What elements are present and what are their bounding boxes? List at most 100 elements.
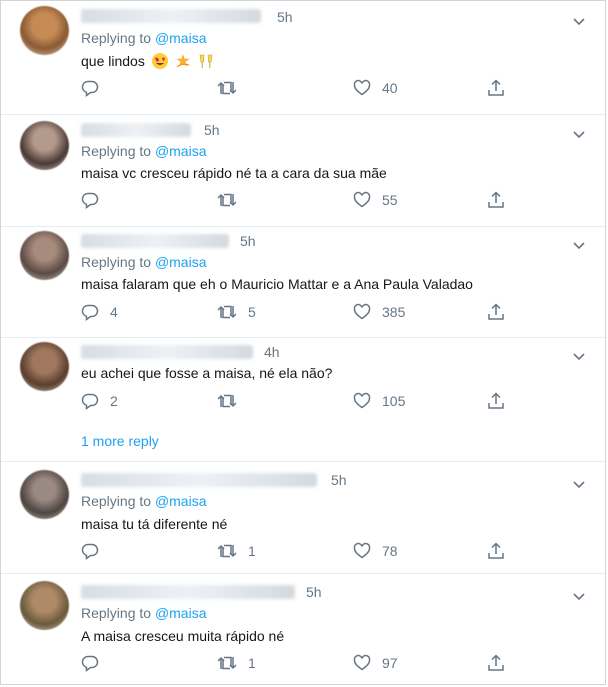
replying-to-label: Replying to	[81, 143, 152, 159]
replying-to: Replying to @maisa	[81, 143, 207, 159]
retweet-icon[interactable]	[217, 392, 237, 410]
replying-to-handle[interactable]: @maisa	[155, 254, 207, 270]
reply-icon[interactable]	[81, 654, 99, 672]
replying-to-handle[interactable]: @maisa	[155, 143, 207, 159]
user-name-blurred[interactable]	[81, 9, 261, 23]
retweet-action[interactable]: 1	[217, 542, 256, 560]
replying-to: Replying to @maisa	[81, 254, 207, 270]
reply-icon[interactable]	[81, 303, 99, 321]
share-action[interactable]	[487, 191, 505, 209]
heart-icon[interactable]	[353, 303, 371, 321]
share-action[interactable]	[487, 303, 505, 321]
heart-icon[interactable]	[353, 191, 371, 209]
reply-tweet[interactable]: 5h Replying to @maisa maisa vc cresceu r…	[1, 114, 605, 227]
retweet-action[interactable]	[217, 79, 248, 97]
user-name-blurred[interactable]	[81, 345, 253, 359]
heart-icon[interactable]	[353, 654, 371, 672]
like-action[interactable]: 385	[353, 303, 405, 321]
retweet-icon[interactable]	[217, 191, 237, 209]
replying-to-handle[interactable]: @maisa	[155, 605, 207, 621]
retweet-action[interactable]	[217, 392, 248, 410]
retweet-count: 1	[248, 655, 256, 671]
reply-tweet[interactable]: 5h Replying to @maisa maisa falaram que …	[1, 226, 605, 338]
replying-to-handle[interactable]: @maisa	[155, 493, 207, 509]
like-action[interactable]: 40	[353, 79, 398, 97]
share-icon[interactable]	[487, 191, 505, 209]
user-name-blurred[interactable]	[81, 234, 229, 248]
tweet-actions: 40	[81, 79, 521, 99]
chevron-down-icon[interactable]	[573, 348, 585, 366]
reply-action[interactable]: 4	[81, 303, 118, 321]
tweet-time[interactable]: 5h	[204, 122, 220, 138]
retweet-icon[interactable]	[217, 542, 237, 560]
like-action[interactable]: 78	[353, 542, 398, 560]
reply-count: 2	[110, 393, 118, 409]
retweet-action[interactable]	[217, 191, 248, 209]
reply-action[interactable]	[81, 542, 110, 560]
tweet-text-content: que lindos	[81, 53, 145, 70]
reply-action[interactable]	[81, 191, 110, 209]
reply-icon[interactable]	[81, 79, 99, 97]
tweet-time[interactable]: 4h	[264, 344, 280, 360]
heart-icon[interactable]	[353, 392, 371, 410]
user-name-blurred[interactable]	[81, 585, 295, 599]
tweet-time[interactable]: 5h	[331, 472, 347, 488]
retweet-icon[interactable]	[217, 654, 237, 672]
like-count: 105	[382, 393, 406, 409]
share-action[interactable]	[487, 392, 505, 410]
more-replies-link[interactable]: 1 more reply	[81, 433, 159, 449]
reply-tweet[interactable]: 5h Replying to @maisa maisa tu tá difere…	[1, 461, 605, 574]
replying-to-handle[interactable]: @maisa	[155, 30, 207, 46]
like-action[interactable]: 97	[353, 654, 398, 672]
reply-count: 4	[110, 304, 118, 320]
reply-tweet[interactable]: 5h Replying to @maisa que lindos 40	[1, 1, 605, 115]
reply-icon[interactable]	[81, 191, 99, 209]
reply-icon[interactable]	[81, 392, 99, 410]
tweet-actions: 2 105	[81, 392, 521, 412]
reply-action[interactable]	[81, 654, 110, 672]
chevron-down-icon[interactable]	[573, 126, 585, 144]
chevron-down-icon[interactable]	[573, 588, 585, 606]
reply-action[interactable]: 2	[81, 392, 118, 410]
retweet-icon[interactable]	[217, 79, 237, 97]
share-icon[interactable]	[487, 303, 505, 321]
chevron-down-icon[interactable]	[573, 237, 585, 255]
replying-to: Replying to @maisa	[81, 493, 207, 509]
reply-icon[interactable]	[81, 542, 99, 560]
reply-tweet[interactable]: 5h Replying to @maisa A maisa cresceu mu…	[1, 573, 605, 686]
tweet-time[interactable]: 5h	[277, 9, 293, 25]
avatar[interactable]	[20, 581, 69, 630]
tweet-actions: 1 97	[81, 654, 521, 674]
tweet-time[interactable]: 5h	[240, 233, 256, 249]
chevron-down-icon[interactable]	[573, 476, 585, 494]
avatar[interactable]	[20, 121, 69, 170]
heart-icon[interactable]	[353, 79, 371, 97]
share-icon[interactable]	[487, 654, 505, 672]
share-action[interactable]	[487, 542, 505, 560]
avatar[interactable]	[20, 231, 69, 280]
user-name-blurred[interactable]	[81, 473, 317, 487]
reply-action[interactable]	[81, 79, 110, 97]
avatar[interactable]	[20, 6, 69, 55]
reply-tweet[interactable]: 4h eu achei que fosse a maisa, né ela nã…	[1, 337, 605, 462]
avatar[interactable]	[20, 470, 69, 519]
heart-icon[interactable]	[353, 542, 371, 560]
like-count: 97	[382, 655, 398, 671]
share-action[interactable]	[487, 79, 505, 97]
like-action[interactable]: 105	[353, 392, 405, 410]
share-icon[interactable]	[487, 79, 505, 97]
tweet-time[interactable]: 5h	[306, 584, 322, 600]
tweet-text: eu achei que fosse a maisa, né ela não?	[81, 365, 333, 381]
tweet-text: que lindos	[81, 52, 215, 73]
like-action[interactable]: 55	[353, 191, 398, 209]
share-icon[interactable]	[487, 542, 505, 560]
avatar[interactable]	[20, 342, 69, 391]
share-action[interactable]	[487, 654, 505, 672]
user-name-blurred[interactable]	[81, 123, 191, 137]
retweet-action[interactable]: 5	[217, 303, 256, 321]
share-icon[interactable]	[487, 392, 505, 410]
chevron-down-icon[interactable]	[573, 13, 585, 31]
retweet-action[interactable]: 1	[217, 654, 256, 672]
dizzy-emoji	[175, 53, 191, 72]
retweet-icon[interactable]	[217, 303, 237, 321]
